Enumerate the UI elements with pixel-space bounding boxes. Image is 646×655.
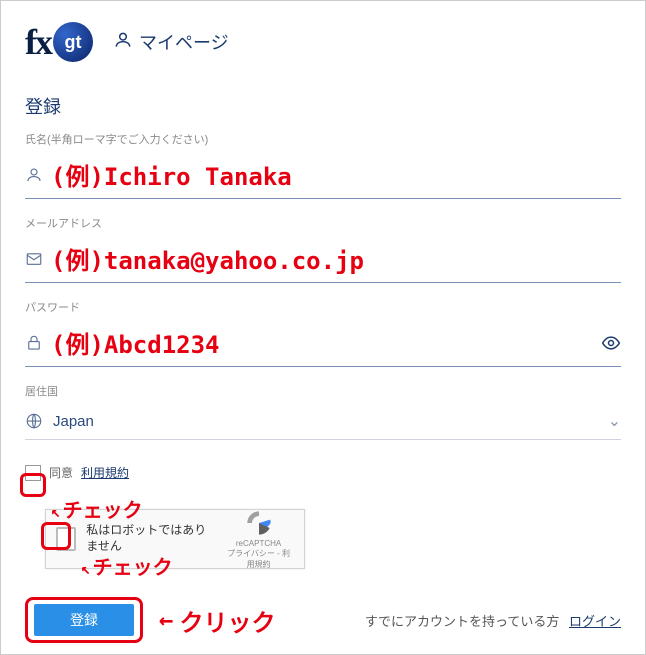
globe-icon [25,412,43,430]
agree-row: 同意 利用規約 [25,464,621,481]
country-field-group: 居住国 Japan ⌄ [25,383,621,440]
name-example-annotation: (例)Ichiro Tanaka [51,157,292,192]
logo-fx-text: fx [25,21,51,63]
email-field-label: メールアドレス [25,215,621,231]
email-field-group: メールアドレス (例)tanaka@yahoo.co.jp [25,215,621,283]
header: fx gt マイページ [25,21,621,63]
recaptcha-checkbox[interactable] [56,527,76,551]
country-field-label: 居住国 [25,383,621,399]
password-field-label: パスワード [25,299,621,315]
password-example-annotation: (例)Abcd1234 [51,325,220,360]
already-have-account: すでにアカウントを持っている方 ログイン [365,611,621,630]
lock-icon [25,334,43,352]
name-field-label: 氏名(半角ローマ字でご入力ください) [25,131,621,147]
agree-text: 同意 [49,464,73,481]
country-select[interactable]: Japan ⌄ [25,403,621,440]
mypage-label: マイページ [139,29,229,55]
login-link[interactable]: ログイン [569,614,621,629]
register-button[interactable]: 登録 [34,604,134,636]
annotation-highlight-register: 登録 [25,597,143,643]
annotation-click: ← クリック [159,603,275,638]
fxgt-logo: fx gt [25,21,93,63]
recaptcha-brand: reCAPTCHA プライバシー - 利用規約 [223,509,294,570]
page-title: 登録 [25,93,621,119]
password-input[interactable]: (例)Abcd1234 [25,319,621,367]
recaptcha-label: 私はロボットではありません [86,523,213,554]
show-password-icon[interactable] [601,333,621,353]
user-icon [25,166,43,184]
chevron-down-icon: ⌄ [608,411,621,431]
country-value: Japan [53,413,94,430]
recaptcha-widget: 私はロボットではありません reCAPTCHA プライバシー - 利用規約 [45,509,305,569]
email-example-annotation: (例)tanaka@yahoo.co.jp [51,241,364,276]
logo-gt-badge: gt [53,22,93,62]
mypage-link[interactable]: マイページ [113,29,229,55]
name-input[interactable]: (例)Ichiro Tanaka [25,151,621,199]
arrow-left-icon: ← [159,606,173,634]
email-input[interactable]: (例)tanaka@yahoo.co.jp [25,235,621,283]
user-icon [113,30,133,55]
password-field-group: パスワード (例)Abcd1234 [25,299,621,367]
terms-link[interactable]: 利用規約 [81,464,129,481]
agree-checkbox[interactable] [25,465,41,481]
footer-row: 登録 ← クリック すでにアカウントを持っている方 ログイン [25,597,621,643]
mail-icon [25,250,43,268]
name-field-group: 氏名(半角ローマ字でご入力ください) (例)Ichiro Tanaka [25,131,621,199]
